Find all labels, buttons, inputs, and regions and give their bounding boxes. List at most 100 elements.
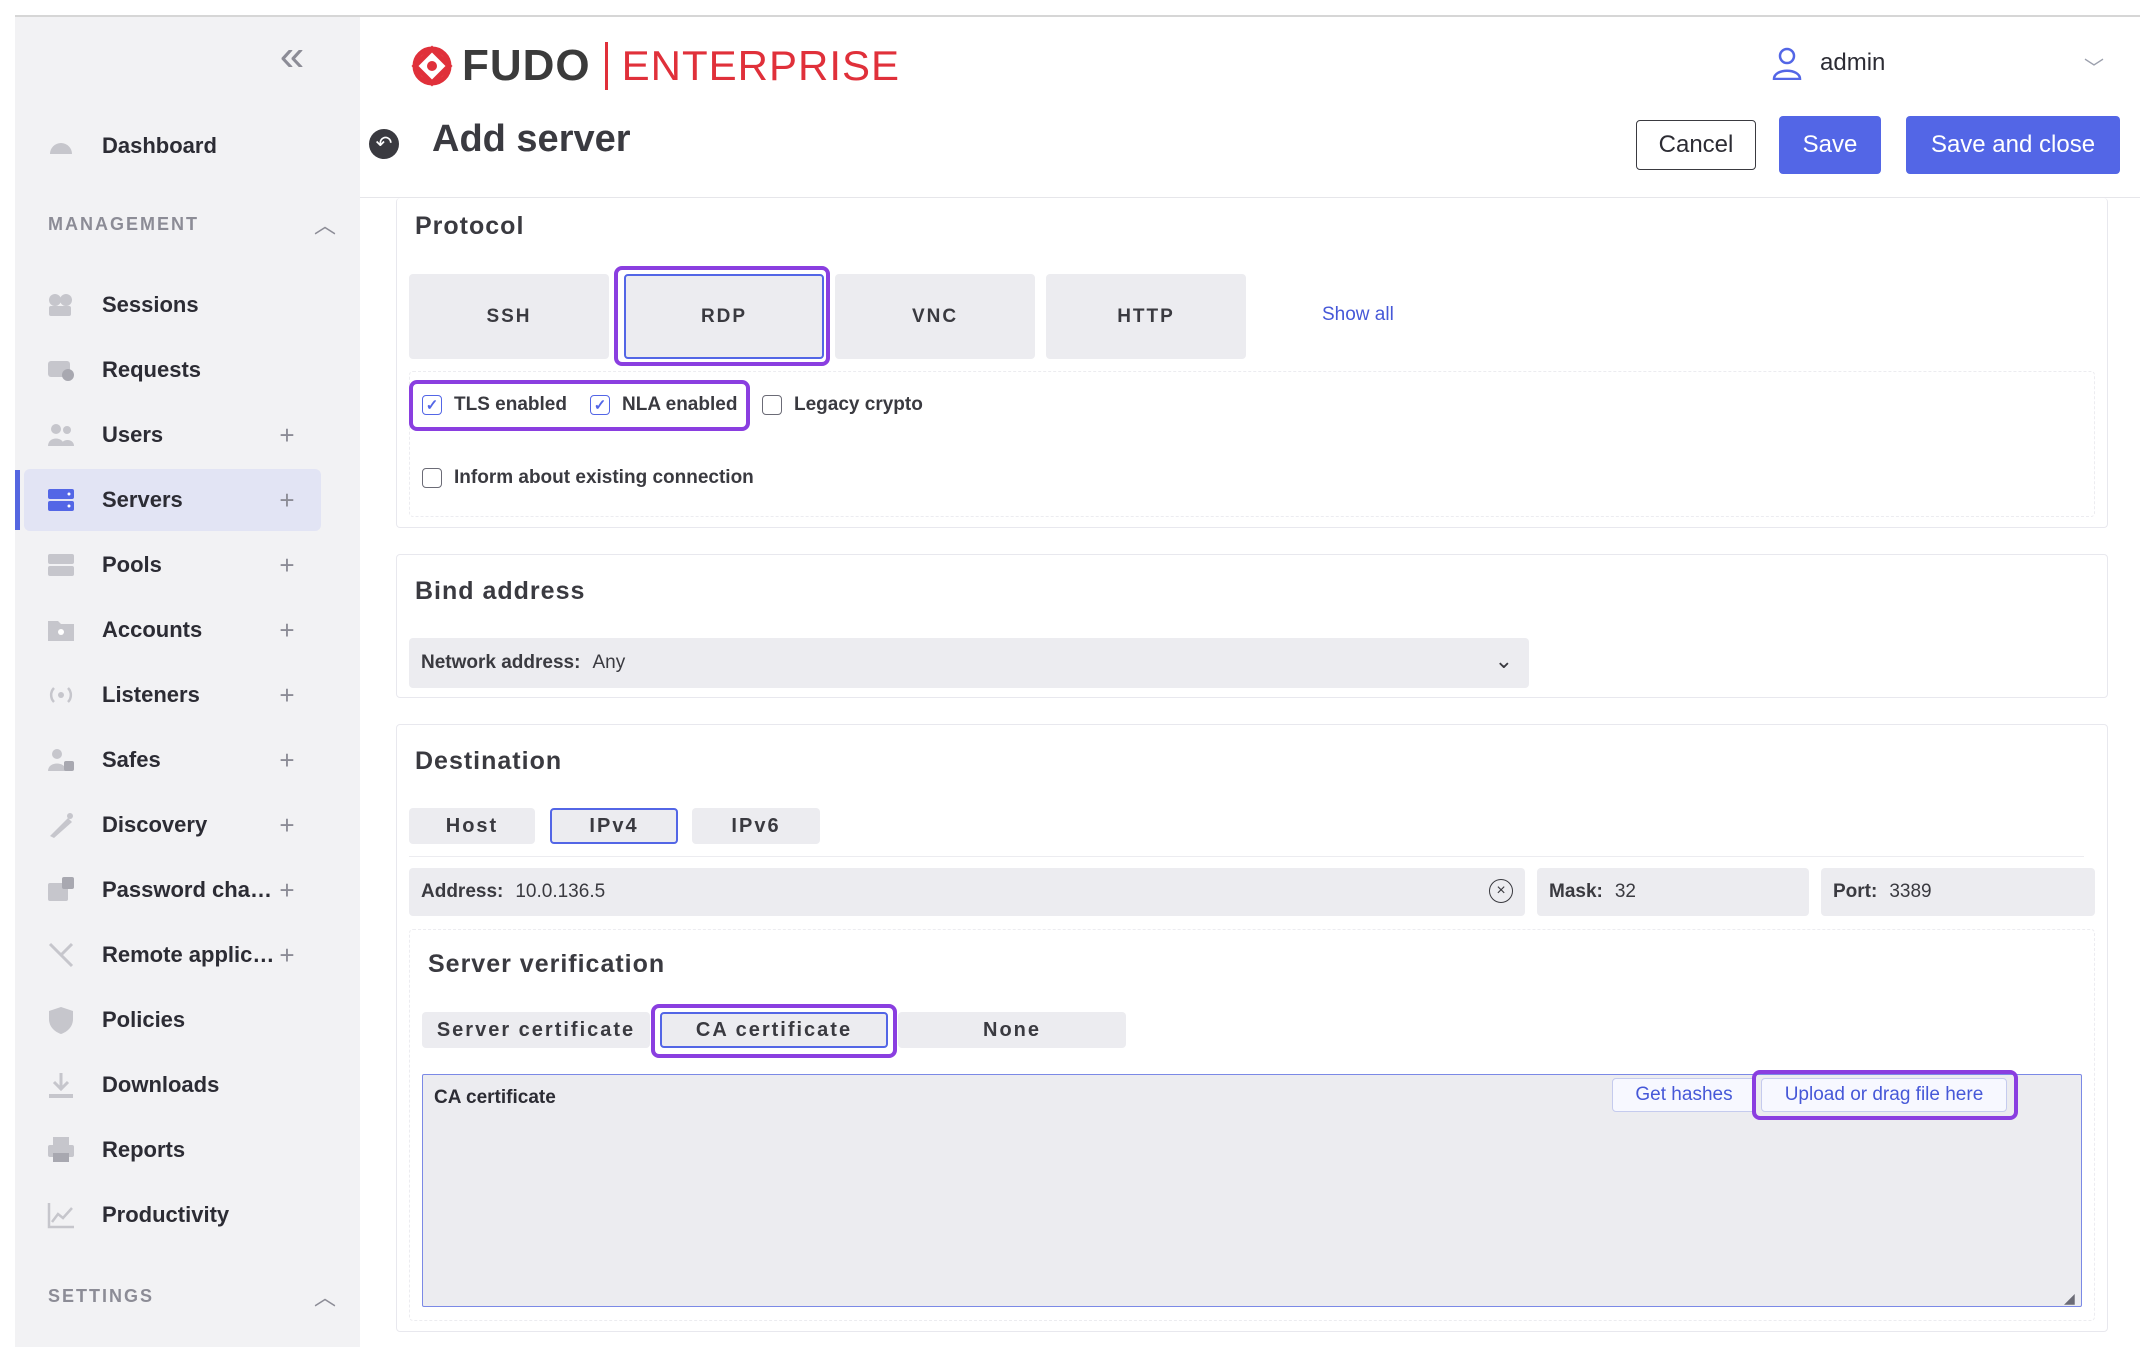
- sidebar-item-discovery[interactable]: Discovery +: [24, 794, 321, 856]
- back-icon[interactable]: ↶: [369, 129, 399, 159]
- sidebar-item-remote-applications[interactable]: Remote applicati...+: [24, 924, 321, 986]
- add-servers-icon[interactable]: +: [275, 485, 299, 516]
- active-indicator: [15, 470, 20, 530]
- sidebar-item-productivity[interactable]: Productivity: [24, 1184, 321, 1246]
- sidebar-item-label: Pools: [102, 552, 162, 577]
- sidebar-item-label: Remote applicati...: [102, 942, 275, 967]
- server-certificate-tab[interactable]: Server certificate: [422, 1012, 650, 1048]
- bind-address-heading: Bind address: [415, 577, 586, 605]
- save-and-close-button[interactable]: Save and close: [1906, 116, 2120, 174]
- sidebar-item-label: Sessions: [102, 292, 199, 317]
- fudo-logo-icon: [411, 45, 453, 87]
- sidebar-item-downloads[interactable]: Downloads: [24, 1054, 321, 1116]
- add-remote-applications-icon[interactable]: +: [275, 940, 299, 971]
- sidebar-item-label: Servers: [102, 487, 183, 512]
- brand-divider: [604, 42, 608, 90]
- sidebar-item-label: Users: [102, 422, 164, 447]
- safes-icon: [46, 745, 76, 775]
- sidebar-item-policies[interactable]: Policies: [24, 989, 321, 1051]
- checkbox-box: [762, 395, 782, 415]
- field-label: Address:: [421, 881, 504, 902]
- sidebar-item-label: Dashboard: [102, 133, 217, 158]
- address-field[interactable]: Address: 10.0.136.5 ×: [409, 868, 1525, 916]
- add-password-changers-icon[interactable]: +: [275, 875, 299, 906]
- password-changers-icon: [46, 875, 76, 905]
- sidebar-item-password-changers[interactable]: Password changers+: [24, 859, 321, 921]
- chevron-down-icon: ⌄: [1494, 648, 1513, 673]
- sidebar-item-label: Safes: [102, 747, 161, 772]
- none-tab[interactable]: None: [898, 1012, 1126, 1048]
- sidebar-item-label: Downloads: [102, 1072, 220, 1097]
- sidebar-item-sessions[interactable]: Sessions: [24, 274, 321, 336]
- legacy-crypto-checkbox[interactable]: Legacy crypto: [762, 394, 923, 416]
- add-pools-icon[interactable]: +: [275, 550, 299, 581]
- highlight-ca-certificate: [651, 1004, 897, 1058]
- protocol-ssh[interactable]: SSH: [409, 274, 609, 359]
- sidebar-item-label: Accounts: [102, 617, 203, 642]
- collapse-sidebar-icon[interactable]: «: [272, 34, 312, 78]
- sidebar-item-pools[interactable]: Pools +: [24, 534, 321, 596]
- brand-logo: FUDO ENTERPRISE: [408, 40, 900, 92]
- discovery-icon: [46, 810, 76, 840]
- user-menu[interactable]: admin: [1772, 46, 1885, 80]
- field-label: Network address:: [421, 652, 581, 673]
- add-accounts-icon[interactable]: +: [275, 615, 299, 646]
- server-verification-heading: Server verification: [428, 950, 666, 978]
- sidebar-item-requests[interactable]: Requests: [24, 339, 321, 401]
- sidebar-item-dashboard[interactable]: Dashboard: [24, 115, 321, 177]
- mask-field[interactable]: Mask: 32: [1537, 868, 1809, 916]
- protocol-http[interactable]: HTTP: [1046, 274, 1246, 359]
- get-hashes-button[interactable]: Get hashes: [1612, 1078, 1756, 1112]
- pools-icon: [46, 550, 76, 580]
- sidebar-item-listeners[interactable]: Listeners +: [24, 664, 321, 726]
- user-name: admin: [1820, 49, 1886, 76]
- chevron-up-icon[interactable]: ︿: [314, 208, 336, 240]
- brand-name: FUDO: [462, 41, 591, 90]
- resize-handle-icon[interactable]: ◢: [2064, 1290, 2075, 1307]
- show-all-link[interactable]: Show all: [1322, 304, 1394, 326]
- port-field[interactable]: Port: 3389: [1821, 868, 2095, 916]
- add-discovery-icon[interactable]: +: [275, 810, 299, 841]
- ca-certificate-label: CA certificate: [434, 1087, 556, 1108]
- network-address-select[interactable]: Network address: Any ⌄: [409, 638, 1529, 688]
- sidebar-item-safes[interactable]: Safes +: [24, 729, 321, 791]
- page-title: Add server: [432, 118, 631, 160]
- management-heading: MANAGEMENT: [48, 214, 199, 234]
- inform-existing-connection-checkbox[interactable]: Inform about existing connection: [422, 467, 754, 489]
- field-label: Mask:: [1549, 881, 1603, 902]
- destination-heading: Destination: [415, 747, 563, 775]
- sidebar-item-servers[interactable]: Servers +: [24, 469, 321, 531]
- add-safes-icon[interactable]: +: [275, 745, 299, 776]
- chevron-down-icon[interactable]: ﹀: [2084, 52, 2104, 81]
- cancel-button[interactable]: Cancel: [1636, 120, 1756, 170]
- dashboard-icon: [46, 131, 76, 161]
- sidebar-item-label: Listeners: [102, 682, 200, 707]
- sidebar-item-label: Productivity: [102, 1202, 230, 1227]
- user-icon: [1772, 47, 1802, 80]
- sidebar-item-accounts[interactable]: Accounts +: [24, 599, 321, 661]
- servers-icon: [46, 485, 76, 515]
- add-users-icon[interactable]: +: [275, 420, 299, 451]
- protocol-vnc[interactable]: VNC: [835, 274, 1035, 359]
- field-label: Port:: [1833, 881, 1878, 902]
- reports-icon: [46, 1135, 76, 1165]
- clear-icon[interactable]: ×: [1489, 879, 1513, 903]
- destination-ipv4-tab[interactable]: IPv4: [550, 808, 678, 844]
- sidebar-item-reports[interactable]: Reports: [24, 1119, 321, 1181]
- accounts-icon: [46, 615, 76, 645]
- highlight-rdp: [614, 266, 830, 366]
- sessions-icon: [46, 290, 76, 320]
- chevron-up-icon[interactable]: ︿: [314, 1280, 336, 1312]
- sidebar-item-label: Discovery: [102, 812, 208, 837]
- destination-host-tab[interactable]: Host: [409, 808, 535, 844]
- save-button[interactable]: Save: [1779, 116, 1881, 174]
- sidebar-item-users[interactable]: Users +: [24, 404, 321, 466]
- checkbox-box: [422, 468, 442, 488]
- sidebar-item-label: Reports: [102, 1137, 186, 1162]
- field-value: Any: [592, 652, 626, 673]
- protocol-heading: Protocol: [415, 212, 525, 240]
- destination-ipv6-tab[interactable]: IPv6: [692, 808, 820, 844]
- add-listeners-icon[interactable]: +: [275, 680, 299, 711]
- field-value: 3389: [1889, 881, 1932, 902]
- checkbox-label: Legacy crypto: [794, 394, 923, 415]
